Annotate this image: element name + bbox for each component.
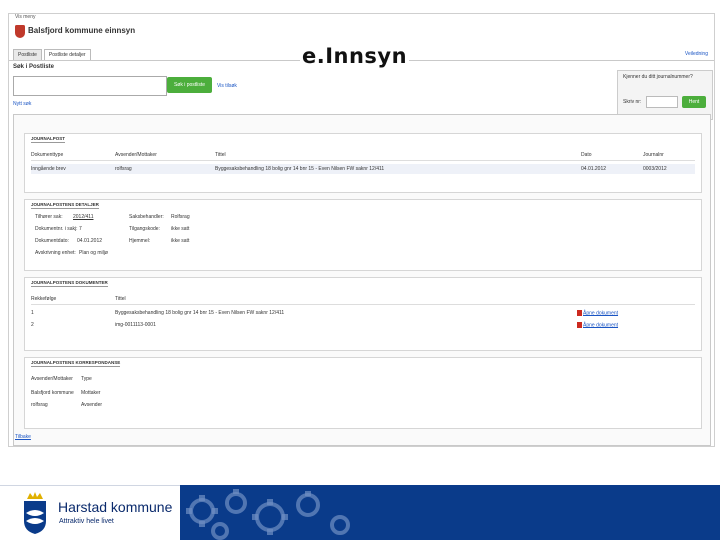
help-link[interactable]: Veiledning (685, 51, 708, 57)
correspondence-header-row: Avsender/Mottaker Type (31, 374, 695, 384)
gears-icon (186, 489, 350, 540)
dokdato-value: 04.01.2012 (77, 238, 103, 244)
harstad-crest-icon (24, 492, 46, 534)
search-input[interactable] (13, 76, 167, 96)
journalpost-section: JOURNALPOST Dokumenttype Avsender/Mottak… (24, 133, 702, 193)
documents-header-row: Rekkefølge Tittel (31, 294, 695, 305)
documents-title: JOURNALPOSTENS DOKUMENTER (31, 280, 108, 287)
journalpost-title: JOURNALPOST (31, 136, 66, 143)
footer: Harstad kommune Attraktiv hele livet (0, 485, 720, 541)
org-slogan: Attraktiv hele livet (59, 518, 114, 525)
balsfjord-crest-icon (15, 25, 25, 38)
cell-doc-title: img-0011113-0001 (115, 322, 156, 328)
cell-type: Mottaker (81, 390, 101, 396)
details-title: JOURNALPOSTENS DETALJER (31, 202, 99, 209)
correspondence-title: JOURNALPOSTENS KORRESPONDANSE (31, 360, 121, 367)
journal-question: Kjenner du ditt journalnummer? (623, 74, 693, 80)
pdf-icon (577, 310, 582, 316)
table-row: rolfsrag Avsender (31, 400, 695, 410)
hjemmel-label: Hjemmel: (129, 238, 151, 244)
saksbeh-value: Rolfsrag (171, 214, 190, 220)
journal-number-input[interactable] (646, 96, 678, 108)
tab-postliste-detaljer[interactable]: Postliste detaljer (43, 49, 91, 60)
avskriving-value: Plan og miljø (79, 250, 108, 256)
correspondence-section: JOURNALPOSTENS KORRESPONDANSE Avsender/M… (24, 357, 702, 429)
browser-screenshot: Vis meny Balsfjord kommune einnsyn Postl… (8, 13, 715, 447)
slide-title: e.Innsyn (300, 44, 410, 68)
open-document-label[interactable]: Åpne dokument (583, 310, 618, 316)
col-rekkefolge: Rekkefølge (31, 296, 57, 302)
col-avsender: Avsender/Mottaker (115, 152, 157, 158)
tab-bar: Postliste Postliste detaljer (13, 49, 91, 60)
tilgang-label: Tilgangskode: (129, 226, 160, 232)
footer-brand: Harstad kommune Attraktiv hele livet (0, 485, 180, 541)
advanced-search-link[interactable]: Vis tilsøk (217, 83, 237, 89)
table-row: 2 img-0011113-0001 Åpne dokument (31, 320, 695, 330)
doknr-value: 7 (79, 226, 82, 232)
cell-order: 1 (31, 310, 34, 316)
cell-dokumenttype: Inngående brev (31, 166, 66, 172)
cell-party: Balsfjord kommune (31, 390, 74, 396)
documents-section: JOURNALPOSTENS DOKUMENTER Rekkefølge Tit… (24, 277, 702, 351)
cell-dato: 04.01.2012 (581, 166, 607, 172)
table-row: Balsfjord kommune Mottaker (31, 388, 695, 398)
search-heading: Søk i Postliste (13, 64, 55, 70)
cell-order: 2 (31, 322, 34, 328)
col-journalnr: Journalnr (643, 152, 664, 158)
fetch-button[interactable]: Hent (682, 96, 706, 108)
journal-label: Skriv nr: (623, 99, 642, 105)
footer-banner (180, 485, 720, 540)
journal-number-panel: Kjenner du ditt journalnummer? Skriv nr:… (617, 70, 713, 120)
saksbeh-label: Saksbehandler: (129, 214, 164, 220)
org-name: Harstad kommune (58, 499, 173, 515)
cell-doc-title: Byggesaksbehandling 18 bolig gnr 14 bnr … (115, 310, 285, 316)
details-section: JOURNALPOSTENS DETALJER Tilhører sak: 20… (24, 199, 702, 271)
search-button[interactable]: Søk i postliste (167, 77, 212, 93)
avskriving-label: Avskrivning enhet: (35, 250, 76, 256)
new-search-link[interactable]: Nytt søk (13, 101, 31, 107)
cell-tittel: Byggesaksbehandling 18 bolig gnr 14 bnr … (215, 166, 385, 172)
cell-type: Avsender (81, 402, 103, 408)
dokdato-label: Dokumentdato: (35, 238, 69, 244)
table-row: 1 Byggesaksbehandling 18 bolig gnr 14 bn… (31, 308, 695, 318)
open-document-link[interactable]: Åpne dokument (577, 310, 618, 316)
col-tittel: Tittel (215, 152, 226, 158)
hjemmel-value: ikke satt (171, 238, 190, 244)
open-document-label[interactable]: Åpne dokument (583, 322, 618, 328)
cell-avsender: rolfsrag (115, 166, 132, 172)
saksnr-label: Tilhører sak: (35, 214, 63, 220)
col-type: Type (81, 376, 92, 382)
tilgang-value: ikke satt (171, 226, 190, 232)
cell-party: rolfsrag (31, 402, 48, 408)
municipality-title: Balsfjord kommune einnsyn (28, 26, 136, 35)
back-link[interactable]: Tilbake (15, 434, 31, 440)
table-row[interactable]: Inngående brev rolfsrag Byggesaksbehandl… (31, 164, 695, 174)
tab-postliste[interactable]: Postliste (13, 49, 42, 60)
col-dato: Dato (581, 152, 592, 158)
pdf-icon (577, 322, 582, 328)
col-avsender-mottaker: Avsender/Mottaker (31, 376, 73, 382)
col-doc-tittel: Tittel (115, 296, 126, 302)
col-dokumenttype: Dokumenttype (31, 152, 64, 158)
top-strip: Vis meny (15, 14, 36, 20)
open-document-link[interactable]: Åpne dokument (577, 322, 618, 328)
doknr-label: Dokumentnr. i sakj: (35, 226, 78, 232)
journalpost-header-row: Dokumenttype Avsender/Mottaker Tittel Da… (31, 150, 695, 161)
saksnr-link[interactable]: 2012/411 (73, 214, 93, 220)
cell-journalnr: 0003/2012 (643, 166, 667, 172)
result-area: JOURNALPOST Dokumenttype Avsender/Mottak… (13, 114, 711, 446)
